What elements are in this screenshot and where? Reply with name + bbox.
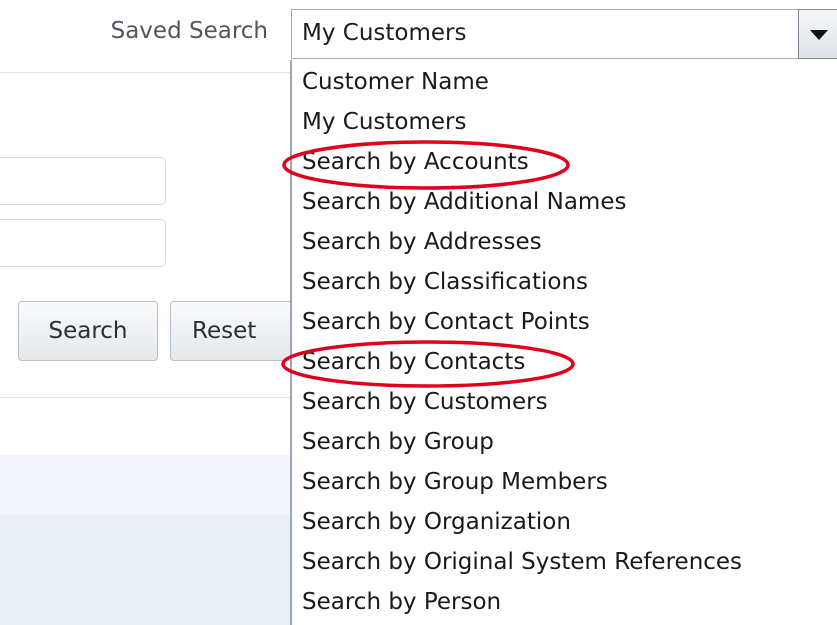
dropdown-option-search-by-additional-names[interactable]: Search by Additional Names [302,182,626,222]
saved-search-selected-value: My Customers [302,20,467,46]
divider-bottom [0,397,292,398]
dropdown-option-search-by-group[interactable]: Search by Group [302,422,494,462]
dropdown-option-search-by-classifications[interactable]: Search by Classifications [302,262,588,302]
dropdown-option-my-customers[interactable]: My Customers [302,102,466,142]
saved-search-label: Saved Search [110,18,268,44]
dropdown-option-search-by-person[interactable]: Search by Person [302,582,501,622]
dropdown-option-search-by-customers[interactable]: Search by Customers [302,382,548,422]
dropdown-option-search-by-group-members[interactable]: Search by Group Members [302,462,608,502]
divider-top [0,72,292,73]
search-field-1[interactable] [0,157,166,205]
dropdown-option-search-by-contacts[interactable]: Search by Contacts [302,342,525,382]
search-field-2[interactable] [0,219,166,267]
reset-button[interactable]: Reset [170,301,295,361]
dropdown-option-search-by-original-system-references[interactable]: Search by Original System References [302,542,742,582]
chevron-down-icon[interactable] [798,9,837,59]
saved-search-dropdown-list: Customer Name My Customers Search by Acc… [290,60,837,625]
dropdown-option-search-by-accounts[interactable]: Search by Accounts [302,142,529,182]
saved-search-select[interactable]: My Customers [291,9,837,59]
dropdown-option-search-by-contact-points[interactable]: Search by Contact Points [302,302,590,342]
search-button[interactable]: Search [18,301,158,361]
dropdown-option-customer-name[interactable]: Customer Name [302,62,489,102]
dropdown-option-search-by-organization[interactable]: Search by Organization [302,502,571,542]
dropdown-option-search-by-addresses[interactable]: Search by Addresses [302,222,542,262]
